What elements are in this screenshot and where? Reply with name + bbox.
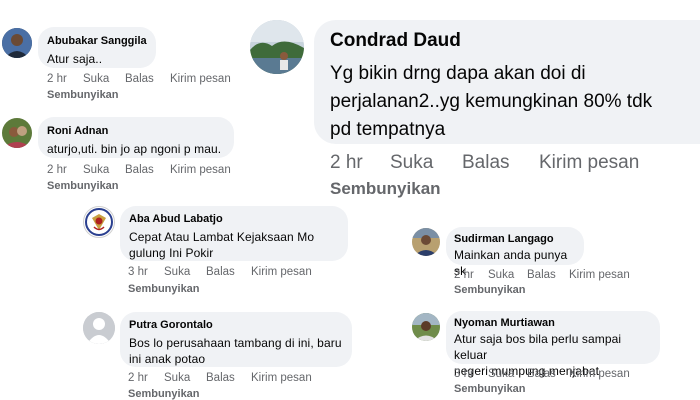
like-button[interactable]: Suka [164,266,206,278]
hide-button[interactable]: Sembunyikan [47,89,119,101]
comment-bubble: Abubakar Sanggila Atur saja.. [38,27,156,68]
avatar-photo-icon [2,28,32,58]
hide-button[interactable]: Sembunyikan [47,180,119,192]
send-message-button[interactable]: Kirim pesan [170,73,231,85]
timestamp[interactable]: 2 hr [128,372,164,384]
commenter-name[interactable]: Sudirman Langago [454,232,576,246]
commenter-name[interactable]: Aba Abud Labatjo [129,212,339,226]
hide-button[interactable]: Sembunyikan [128,388,200,400]
commenter-name[interactable]: Roni Adnan [47,124,225,138]
comment-text-line: Yg bikin drng dapa akan doi di [330,63,586,84]
like-button[interactable]: Suka [488,269,527,281]
commenter-name[interactable]: Putra Gorontalo [129,318,343,332]
reply-button[interactable]: Balas [206,266,251,278]
avatar[interactable] [83,206,115,238]
emblem-icon [85,208,113,236]
avatar[interactable] [250,20,304,74]
like-button[interactable]: Suka [83,73,125,85]
send-message-button[interactable]: Kirim pesan [170,164,231,176]
comment-text-line: gulung Ini Pokir [129,246,214,260]
comment-bubble: Sudirman Langago Mainkan anda punya sk [446,227,584,278]
timestamp[interactable]: 2 hr [47,73,83,85]
send-message-button[interactable]: Kirim pesan [251,266,312,278]
comment-text-line: perjalanan2..yg kemungkinan 80% tdk [330,91,653,112]
reply-button[interactable]: Balas [527,269,569,281]
comment-text: Yg bikin drng dapa akan doi di perjalana… [330,60,684,144]
comment-text-line: pd tempatnya [330,119,446,140]
default-avatar-icon [83,312,115,344]
send-message-button[interactable]: Kirim pesan [539,152,639,174]
comment-actions: 2 hr Suka Balas Kirim pesan [47,73,231,85]
reply-button[interactable]: Balas [125,73,170,85]
avatar[interactable] [83,312,115,344]
reply-button[interactable]: Balas [125,164,170,176]
avatar-photo-icon [2,118,32,148]
comment-bubble: Roni Adnan aturjo,uti. bin jo ap ngoni p… [38,117,234,158]
comment-actions: 2 hr Suka Balas Kirim pesan [128,372,312,384]
comment-bubble: Aba Abud Labatjo Cepat Atau Lambat Kejak… [120,206,348,261]
avatar-photo-icon [412,313,440,341]
commenter-name[interactable]: Condrad Daud [330,30,684,52]
timestamp[interactable]: 2 hr [47,164,83,176]
avatar[interactable] [2,28,32,58]
avatar-photo-icon [412,228,440,256]
reply-button[interactable]: Balas [206,372,251,384]
commenter-name[interactable]: Nyoman Murtiawan [454,316,652,330]
comment-text: Bos lo perusahaan tambang di ini, baru i… [129,335,343,367]
send-message-button[interactable]: Kirim pesan [569,269,630,281]
timestamp[interactable]: 2 hr [454,269,488,281]
comment-text-line: Bos lo perusahaan tambang di ini, baru [129,336,342,350]
comment-bubble: Nyoman Murtiawan Atur saja bos bila perl… [446,311,660,378]
avatar[interactable] [412,228,440,256]
comment-actions: 2 hr Suka Balas Kirim pesan [454,269,630,281]
like-button[interactable]: Suka [83,164,125,176]
timestamp[interactable]: 3 hr [454,368,488,380]
comment-text-line: Cepat Atau Lambat Kejaksaan Mo [129,230,315,244]
comment-bubble: Putra Gorontalo Bos lo perusahaan tamban… [120,312,352,367]
hide-button[interactable]: Sembunyikan [330,179,441,199]
timestamp[interactable]: 3 hr [128,266,164,278]
comment-text-line: ini anak potao [129,352,206,366]
comment-actions: 3 hr Suka Balas Kirim pesan [454,368,630,380]
like-button[interactable]: Suka [488,368,527,380]
send-message-button[interactable]: Kirim pesan [251,372,312,384]
avatar[interactable] [2,118,32,148]
like-button[interactable]: Suka [164,372,206,384]
comment-bubble: Condrad Daud Yg bikin drng dapa akan doi… [314,20,700,144]
comment-text: aturjo,uti. bin jo ap ngoni p mau. [47,142,222,156]
comment-text: Cepat Atau Lambat Kejaksaan Mo gulung In… [129,229,339,261]
hide-button[interactable]: Sembunyikan [454,284,526,296]
hide-button[interactable]: Sembunyikan [128,283,200,295]
reply-button[interactable]: Balas [462,152,539,174]
timestamp[interactable]: 2 hr [330,152,390,174]
send-message-button[interactable]: Kirim pesan [569,368,630,380]
comment-actions: 2 hr Suka Balas Kirim pesan [330,152,639,174]
comment-actions: 3 hr Suka Balas Kirim pesan [128,266,312,278]
avatar[interactable] [412,313,440,341]
hide-button[interactable]: Sembunyikan [454,383,526,395]
reply-button[interactable]: Balas [527,368,569,380]
avatar-photo-icon [250,20,304,74]
like-button[interactable]: Suka [390,152,462,174]
comment-text: Atur saja.. [47,52,103,66]
comment-actions: 2 hr Suka Balas Kirim pesan [47,164,231,176]
comment-text-line: Atur saja bos bila perlu sampai keluar [454,332,622,362]
commenter-name[interactable]: Abubakar Sanggila [47,34,147,48]
